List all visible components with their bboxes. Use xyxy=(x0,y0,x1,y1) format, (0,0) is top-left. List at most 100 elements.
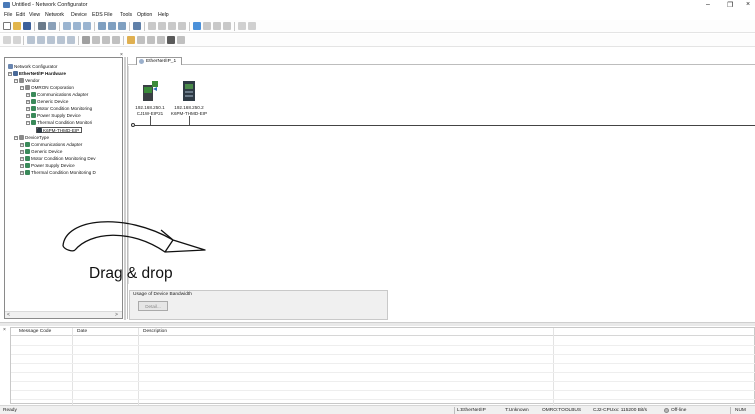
tab-ethernet-ip-1[interactable]: EtherNet/IP_1 xyxy=(136,57,182,65)
expand-icon[interactable]: + xyxy=(26,100,30,104)
param-edit-icon[interactable] xyxy=(37,36,45,44)
tree-type-item[interactable]: + Generic Device xyxy=(20,149,62,155)
collapse-icon[interactable]: − xyxy=(14,136,18,140)
network-configurator-icon xyxy=(8,64,13,69)
horizontal-splitter[interactable] xyxy=(0,322,755,326)
tree-vendor-item[interactable]: + Communications Adapter xyxy=(26,92,88,98)
menu-view[interactable]: View xyxy=(29,12,40,18)
horizontal-scrollbar[interactable]: < > xyxy=(5,311,122,318)
save-icon[interactable] xyxy=(23,22,31,30)
open-folder-icon[interactable] xyxy=(13,22,21,30)
scroll-left-icon[interactable]: < xyxy=(7,312,10,318)
tile-icon[interactable] xyxy=(248,22,256,30)
collapse-icon[interactable]: − xyxy=(20,86,24,90)
tree-omron[interactable]: − OMRON Corporation xyxy=(20,85,74,91)
menu-help[interactable]: Help xyxy=(158,12,169,18)
collapse-icon[interactable]: − xyxy=(14,79,18,83)
window-icon[interactable] xyxy=(238,22,246,30)
register-icon[interactable] xyxy=(3,36,11,44)
new-file-icon[interactable] xyxy=(3,22,11,30)
menu-bar: File Edit View Network Device EDS File T… xyxy=(0,11,755,20)
tool-d-icon[interactable] xyxy=(137,36,145,44)
tree-vendor-item[interactable]: + Power Supply Device xyxy=(26,113,81,119)
column-description[interactable]: Description xyxy=(143,329,167,334)
device-category-icon xyxy=(31,99,36,104)
message-panel-close-icon[interactable]: × xyxy=(3,327,6,333)
connect-icon[interactable] xyxy=(73,22,81,30)
tool-b-icon[interactable] xyxy=(102,36,110,44)
scroll-right-icon[interactable]: > xyxy=(115,312,118,318)
stop-icon[interactable] xyxy=(82,36,90,44)
device-category-icon xyxy=(31,113,36,118)
list-icon[interactable] xyxy=(13,36,21,44)
online-icon[interactable] xyxy=(63,22,71,30)
column-date[interactable]: Date xyxy=(77,329,87,334)
tool-a-icon[interactable] xyxy=(92,36,100,44)
menu-edit[interactable]: Edit xyxy=(16,12,25,18)
check-icon[interactable] xyxy=(67,36,75,44)
zoom-out-icon[interactable] xyxy=(203,22,211,30)
collapse-icon[interactable]: − xyxy=(26,121,30,125)
help-icon[interactable] xyxy=(177,36,185,44)
disconnect-icon[interactable] xyxy=(83,22,91,30)
arrow-right-icon[interactable] xyxy=(57,36,65,44)
tree-type-item[interactable]: + Motor Condition Monitoring Dev xyxy=(20,156,96,162)
print-icon[interactable] xyxy=(38,22,46,30)
menu-tools[interactable]: Tools xyxy=(120,12,132,18)
tree-devicetype[interactable]: − DeviceType xyxy=(14,135,49,141)
status-cpu: CJ2-CPUxx: 115200 Bit/s xyxy=(593,408,648,413)
expand-icon[interactable]: + xyxy=(20,157,24,161)
wizard-icon[interactable] xyxy=(127,36,135,44)
param-icon[interactable] xyxy=(27,36,35,44)
tool-c-icon[interactable] xyxy=(112,36,120,44)
minimize-button[interactable]: – xyxy=(706,1,710,8)
copy-icon[interactable] xyxy=(158,22,166,30)
status-network: L:EtherNet/IP xyxy=(457,408,486,413)
tree-vendor-item[interactable]: + Motor Condition Monitoring xyxy=(26,106,92,112)
collapse-icon[interactable]: − xyxy=(8,72,12,76)
tree-selected-device[interactable]: K6PM-THMD-EIP xyxy=(36,127,83,133)
status-online: Off-line xyxy=(671,408,687,413)
column-message-code[interactable]: Message Code xyxy=(19,329,51,334)
expand-icon[interactable]: + xyxy=(20,171,24,175)
tool-f-icon[interactable] xyxy=(157,36,165,44)
tree-type-item[interactable]: + Communications Adapter xyxy=(20,142,82,148)
menu-network[interactable]: Network xyxy=(45,12,64,18)
find-icon[interactable] xyxy=(167,36,175,44)
menu-device[interactable]: Device xyxy=(71,12,87,18)
download-icon[interactable] xyxy=(98,22,106,30)
arrow-left-icon[interactable] xyxy=(47,36,55,44)
table-icon[interactable] xyxy=(223,22,231,30)
bandwidth-legend: Usage of Device Bandwidth xyxy=(133,292,192,297)
upload-icon[interactable] xyxy=(108,22,116,30)
print-preview-icon[interactable] xyxy=(48,22,56,30)
tree-type-item[interactable]: + Thermal Condition Monitoring D xyxy=(20,170,96,176)
pane-close-icon[interactable]: × xyxy=(120,52,123,58)
detail-button[interactable]: Detail... xyxy=(138,301,168,311)
close-button[interactable]: × xyxy=(746,1,750,8)
expand-icon[interactable]: + xyxy=(26,93,30,97)
tree-vendor[interactable]: − Vendor xyxy=(14,78,40,84)
tree-type-item[interactable]: + Power Supply Device xyxy=(20,163,75,169)
tool-e-icon[interactable] xyxy=(147,36,155,44)
delete-icon[interactable] xyxy=(178,22,186,30)
expand-icon[interactable]: + xyxy=(26,107,30,111)
expand-icon[interactable]: + xyxy=(20,164,24,168)
menu-eds-file[interactable]: EDS File xyxy=(92,12,112,18)
expand-icon[interactable]: + xyxy=(20,150,24,154)
menu-option[interactable]: Option xyxy=(137,12,152,18)
compare-icon[interactable] xyxy=(118,22,126,30)
tree-root[interactable]: Network Configurator xyxy=(8,64,57,70)
tree-hardware[interactable]: − EtherNet/IP Hardware xyxy=(8,71,66,77)
expand-icon[interactable]: + xyxy=(20,143,24,147)
tree-vendor-item[interactable]: − Thermal Condition Monitori xyxy=(26,120,92,126)
menu-file[interactable]: File xyxy=(4,12,12,18)
grid-icon[interactable] xyxy=(213,22,221,30)
monitor-icon[interactable] xyxy=(133,22,141,30)
maximize-button[interactable]: ❐ xyxy=(727,1,733,9)
cut-icon[interactable] xyxy=(148,22,156,30)
expand-icon[interactable]: + xyxy=(26,114,30,118)
paste-icon[interactable] xyxy=(168,22,176,30)
zoom-in-icon[interactable] xyxy=(193,22,201,30)
tree-vendor-item[interactable]: + Generic Device xyxy=(26,99,68,105)
